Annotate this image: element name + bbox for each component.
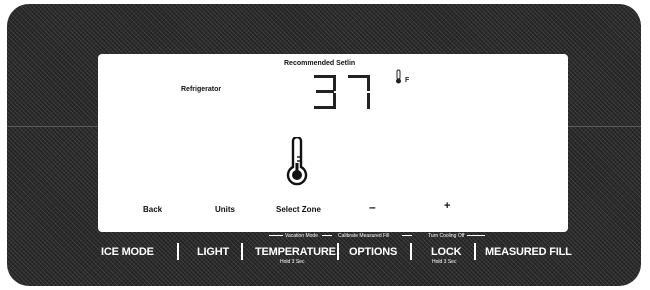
separator	[474, 243, 476, 260]
unit-label: F	[405, 77, 410, 84]
lock-button[interactable]: LOCK	[431, 246, 462, 258]
calibrate-hint: Calibrate Measured Fill	[338, 233, 390, 239]
minus-softkey[interactable]: –	[369, 200, 376, 214]
separator	[337, 243, 339, 260]
zone-name: Refrigerator	[181, 86, 222, 93]
vacation-bracket-right	[322, 235, 332, 236]
thermometer-icon	[286, 137, 308, 186]
cooling-off-hint: Turn Cooling Off	[428, 233, 465, 239]
control-panel: Recommended Setlin Refrigerator 37 F Bac…	[7, 4, 641, 286]
separator	[241, 243, 243, 260]
back-softkey[interactable]: Back	[143, 205, 162, 214]
options-button[interactable]: OPTIONS	[349, 246, 397, 258]
calibrate-bracket-right	[402, 235, 412, 236]
temperature-button[interactable]: TEMPERATURE	[255, 246, 336, 258]
cooling-bracket-right	[467, 235, 485, 236]
vacation-bracket-left	[269, 235, 283, 236]
lcd-display: Recommended Setlin Refrigerator 37 F Bac…	[98, 54, 568, 232]
ice-mode-button[interactable]: ICE MODE	[101, 246, 154, 258]
separator	[410, 243, 412, 260]
temperature-value: 37	[310, 72, 312, 73]
temperature-hold-hint: Hold 3 Sec	[280, 259, 305, 265]
temperature-readout: 37	[310, 72, 370, 109]
vacation-mode-hint: Vacation Mode	[285, 233, 318, 239]
units-softkey[interactable]: Units	[215, 205, 235, 214]
measured-fill-button[interactable]: MEASURED FILL	[485, 246, 572, 258]
light-button[interactable]: LIGHT	[197, 246, 229, 258]
plus-softkey[interactable]: +	[444, 200, 450, 212]
recommended-setting-label: Recommended Setlin	[284, 60, 356, 67]
lock-hold-hint: Hold 3 Sec	[432, 259, 457, 265]
select-zone-softkey[interactable]: Select Zone	[276, 205, 321, 214]
separator	[177, 243, 179, 260]
